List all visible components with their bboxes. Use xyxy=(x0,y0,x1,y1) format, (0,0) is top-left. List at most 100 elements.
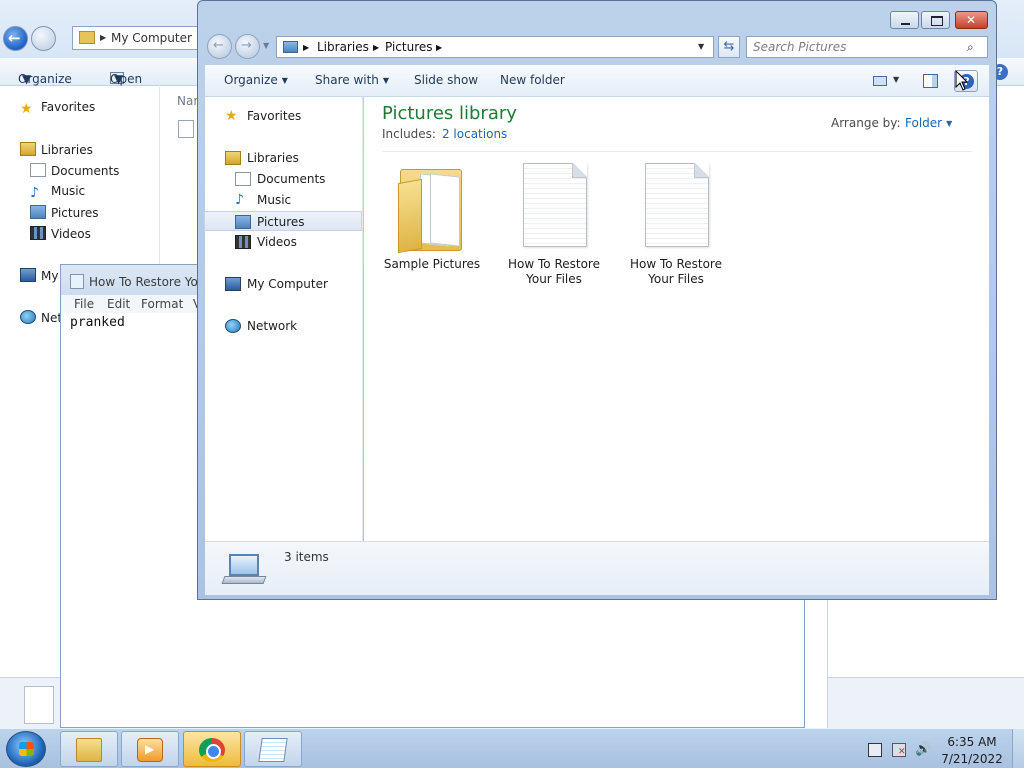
music-icon: ♪ xyxy=(235,192,244,208)
nav-documents[interactable]: Documents xyxy=(205,169,363,189)
breadcrumb-libraries[interactable]: Libraries xyxy=(317,40,369,54)
chevron-down-icon: ▼ xyxy=(382,76,390,85)
nav-music[interactable]: ♪ Music xyxy=(205,190,363,210)
preview-pane-icon[interactable] xyxy=(923,74,938,88)
folder-icon xyxy=(76,738,102,762)
background-nav-videos[interactable]: Videos xyxy=(30,226,91,241)
forward-button[interactable] xyxy=(31,26,56,51)
text-document-icon xyxy=(523,163,587,247)
notepad-text-area[interactable]: pranked xyxy=(70,315,125,330)
libraries-icon xyxy=(20,142,36,156)
nav-videos[interactable]: Videos xyxy=(205,232,363,252)
search-icon[interactable]: ⌕ xyxy=(967,40,974,55)
documents-icon xyxy=(235,172,251,186)
new-folder-button[interactable]: New folder xyxy=(500,73,565,87)
folder-icon xyxy=(398,161,466,254)
organize-button[interactable]: Organize ▼ xyxy=(224,73,288,87)
documents-icon xyxy=(30,163,46,177)
arrange-by-dropdown[interactable]: Folder ▼ xyxy=(905,116,952,130)
computer-icon xyxy=(225,277,241,291)
address-bar[interactable]: ▶ Libraries ▶ Pictures ▶ xyxy=(276,36,714,58)
clock-date[interactable]: 7/21/2022 xyxy=(932,752,1012,766)
back-button[interactable] xyxy=(3,26,28,51)
command-bar: Organize ▼ Share with ▼ Slide show New fol… xyxy=(205,65,989,97)
header-divider xyxy=(382,151,972,152)
background-nav-my-computer[interactable]: My xyxy=(20,268,58,283)
file-item-sample-pictures[interactable]: Sample Pictures xyxy=(376,159,488,299)
breadcrumb-arrow-icon[interactable]: ▶ xyxy=(436,43,442,52)
system-tray: 🔊 6:35 AM 7/21/2022 xyxy=(860,731,1024,767)
background-address-text: My Computer xyxy=(111,31,192,45)
breadcrumb-arrow-icon: ▶ xyxy=(100,33,107,42)
file-list-pane: Pictures library Includes: 2 locations Ar… xyxy=(364,97,989,541)
navigation-pane: ★ Favorites Libraries Documents ♪ Music Pi… xyxy=(204,97,363,541)
file-icon[interactable] xyxy=(178,120,194,138)
media-player-icon xyxy=(137,738,163,762)
start-button[interactable] xyxy=(6,731,46,767)
search-input[interactable] xyxy=(753,40,963,54)
pictures-icon xyxy=(30,205,46,219)
pictures-library-icon xyxy=(283,41,298,53)
library-title: Pictures library xyxy=(382,103,517,124)
nav-pictures[interactable]: Pictures xyxy=(204,211,362,231)
taskbar: 🔊 6:35 AM 7/21/2022 xyxy=(0,728,1024,768)
item-count: 3 items xyxy=(284,550,329,564)
back-button[interactable] xyxy=(207,34,232,59)
chevron-down-icon[interactable]: ▼ xyxy=(893,75,899,84)
document-icon xyxy=(24,686,54,724)
chrome-icon xyxy=(199,738,225,762)
nav-my-computer[interactable]: My Computer xyxy=(205,274,363,294)
videos-icon xyxy=(235,235,251,249)
refresh-button[interactable]: ⇆ xyxy=(718,36,740,58)
show-desktop-button[interactable] xyxy=(1012,729,1024,768)
menu-format[interactable]: Format xyxy=(141,297,183,311)
menu-edit[interactable]: Edit xyxy=(107,297,130,311)
background-nav-favorites[interactable]: ★ Favorites xyxy=(20,100,95,116)
notepad-icon xyxy=(70,274,84,289)
nav-libraries[interactable]: Libraries xyxy=(205,148,363,168)
background-nav-libraries[interactable]: Libraries xyxy=(20,142,93,157)
background-nav-pictures[interactable]: Pictures xyxy=(30,205,99,220)
pictures-icon xyxy=(235,215,251,229)
maximize-button[interactable] xyxy=(921,11,950,29)
network-disconnected-icon[interactable] xyxy=(892,743,906,757)
forward-button[interactable] xyxy=(235,34,260,59)
menu-file[interactable]: File xyxy=(74,297,94,311)
taskbar-windows-explorer[interactable] xyxy=(60,731,118,767)
breadcrumb-arrow-icon[interactable]: ▶ xyxy=(373,43,379,52)
change-view-icon[interactable] xyxy=(873,76,887,86)
recent-pages-chevron-icon[interactable]: ▼ xyxy=(263,41,269,50)
details-pane: 3 items xyxy=(205,541,989,595)
nav-network[interactable]: Network xyxy=(205,316,363,336)
star-icon: ★ xyxy=(20,101,33,117)
clock-time[interactable]: 6:35 AM xyxy=(932,735,1012,749)
nav-favorites[interactable]: ★ Favorites xyxy=(205,106,363,126)
background-details-pane xyxy=(0,677,62,728)
file-item-label: Sample Pictures xyxy=(383,257,481,271)
volume-icon[interactable]: 🔊 xyxy=(915,743,931,757)
minimize-button[interactable] xyxy=(890,11,919,29)
mouse-cursor-icon xyxy=(955,70,969,91)
breadcrumb-pictures[interactable]: Pictures xyxy=(385,40,433,54)
address-history-chevron-icon[interactable]: ▼ xyxy=(698,42,704,51)
computer-icon xyxy=(221,552,267,586)
pictures-explorer-window: ▼ ▶ Libraries ▶ Pictures ▶ ▼ ⇆ ⌕ Organiz… xyxy=(197,0,997,600)
taskbar-notepad[interactable] xyxy=(244,731,302,767)
breadcrumb-arrow-icon[interactable]: ▶ xyxy=(303,43,309,52)
action-center-flag-icon[interactable] xyxy=(868,743,882,757)
background-nav-music[interactable]: ♪ Music xyxy=(30,184,85,200)
taskbar-media-player[interactable] xyxy=(121,731,179,767)
folder-icon xyxy=(79,31,95,44)
background-address-bar[interactable]: ▶ My Computer xyxy=(72,26,198,50)
background-nav-network[interactable]: Net xyxy=(20,310,62,325)
slide-show-button[interactable]: Slide show xyxy=(414,73,478,87)
background-nav-documents[interactable]: Documents xyxy=(30,163,119,178)
close-button[interactable] xyxy=(955,11,988,29)
taskbar-chrome[interactable] xyxy=(183,731,241,767)
search-box[interactable]: ⌕ xyxy=(746,36,988,58)
file-item-how-to-restore-2[interactable]: How To Restore Your Files xyxy=(620,159,732,299)
library-locations-link[interactable]: 2 locations xyxy=(442,127,507,141)
share-with-button[interactable]: Share with ▼ xyxy=(315,73,389,87)
file-item-how-to-restore-1[interactable]: How To Restore Your Files xyxy=(498,159,610,299)
network-icon xyxy=(20,310,36,324)
